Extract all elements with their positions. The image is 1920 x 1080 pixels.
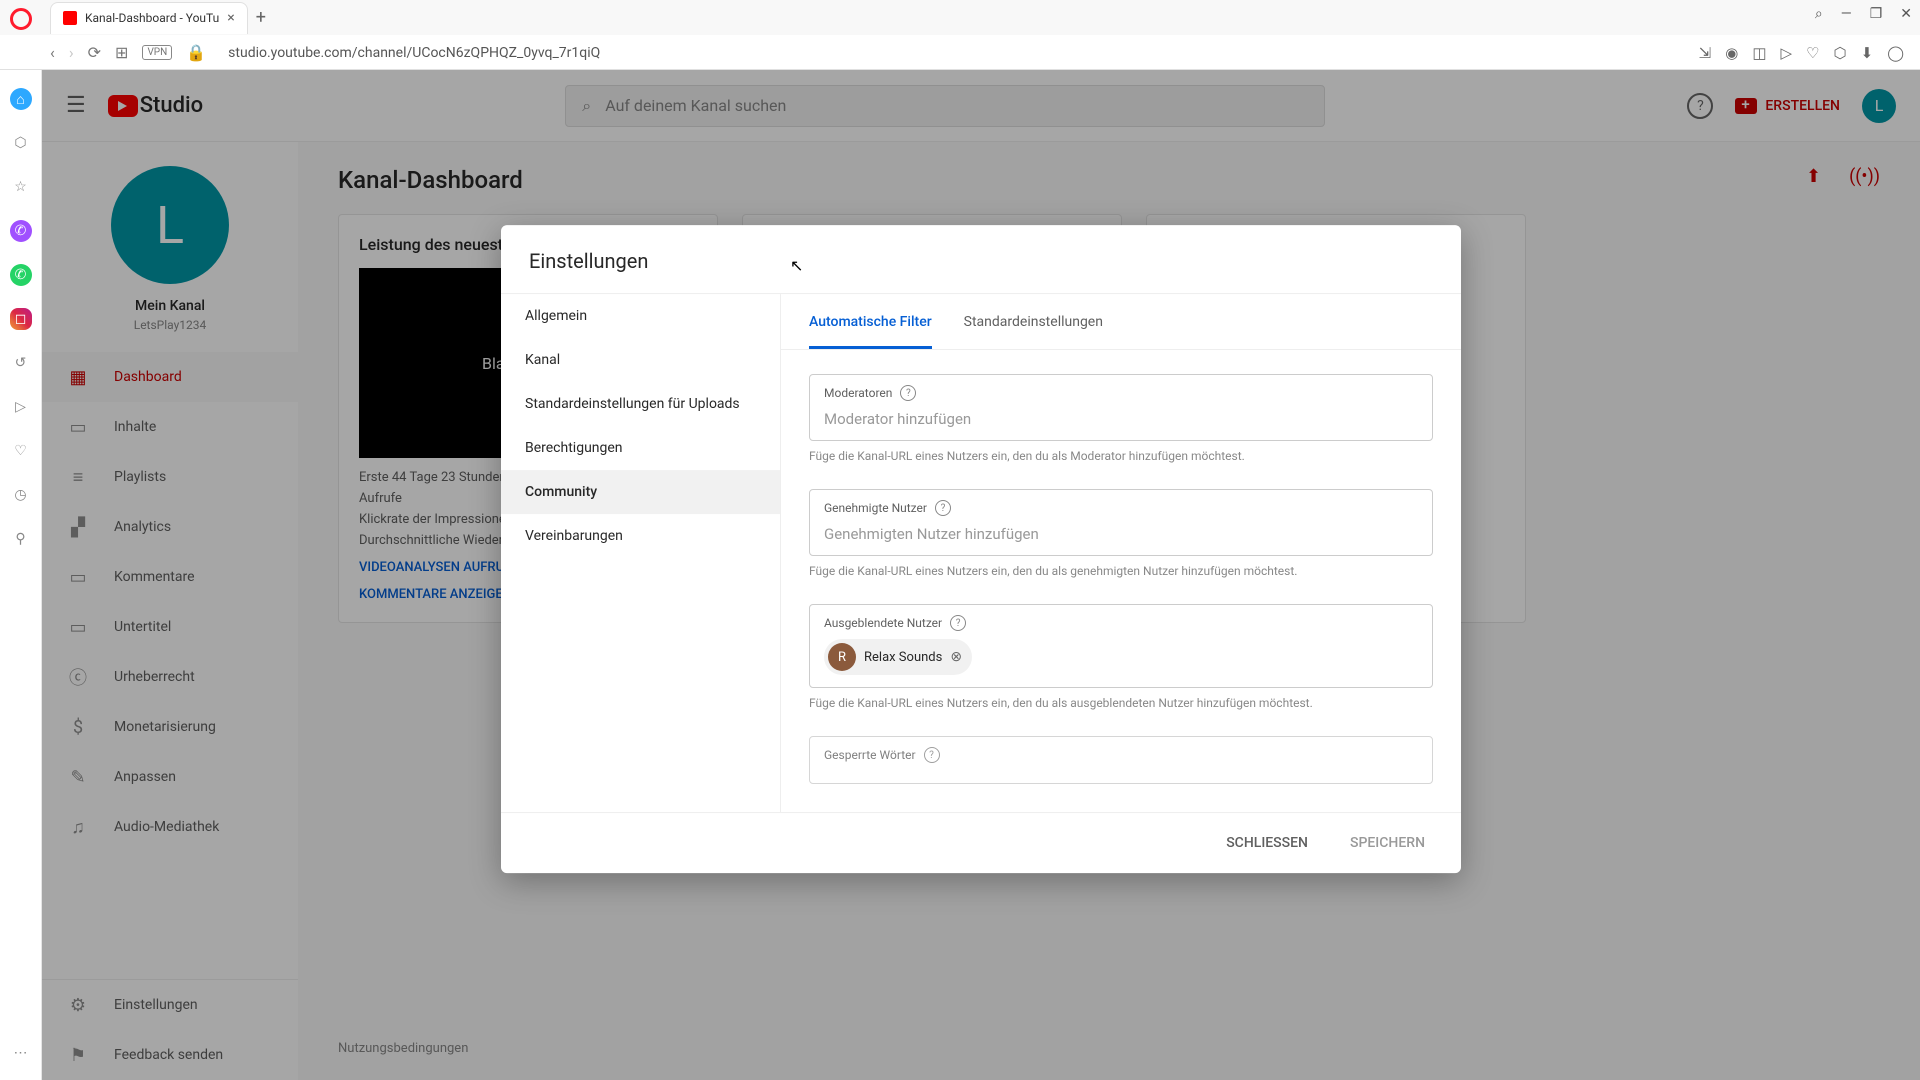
modal-title: Einstellungen xyxy=(501,225,1461,293)
modal-nav-vereinbarungen[interactable]: Vereinbarungen xyxy=(501,514,780,558)
moderator-input[interactable] xyxy=(824,410,1418,428)
search-glass-icon[interactable]: ⌕ xyxy=(1815,6,1823,22)
lock-icon[interactable]: 🔒 xyxy=(186,43,206,62)
play-icon[interactable]: ▷ xyxy=(1781,44,1793,62)
gesperrte-field: Gesperrte Wörter ? xyxy=(809,736,1433,784)
modal-footer: SCHLIESSEN SPEICHERN xyxy=(501,812,1461,873)
help-icon[interactable]: ? xyxy=(935,500,951,516)
vpn-badge[interactable]: VPN xyxy=(142,45,172,60)
modal-content: Automatische Filter Standardeinstellunge… xyxy=(781,294,1461,812)
download-icon[interactable]: ⬇ xyxy=(1861,44,1874,62)
pin-icon[interactable]: ⚲ xyxy=(10,528,32,550)
field-hint: Füge die Kanal-URL eines Nutzers ein, de… xyxy=(809,696,1433,710)
modal-nav-kanal[interactable]: Kanal xyxy=(501,338,780,382)
approved-user-input[interactable] xyxy=(824,525,1418,543)
back-icon[interactable]: ‹ xyxy=(50,43,55,62)
new-tab-button[interactable]: + xyxy=(256,7,266,28)
camera-icon[interactable]: ◉ xyxy=(1725,44,1738,62)
modal-nav: Allgemein Kanal Standardeinstellungen fü… xyxy=(501,294,781,812)
moderatoren-field: Moderatoren ? Füge die Kanal-URL eines N… xyxy=(809,374,1433,463)
address-bar: ‹ › ⟳ ⊞ VPN 🔒 studio.youtube.com/channel… xyxy=(0,35,1920,70)
forward-icon[interactable]: › xyxy=(69,43,74,62)
help-icon[interactable]: ? xyxy=(924,747,940,763)
field-hint: Füge die Kanal-URL eines Nutzers ein, de… xyxy=(809,564,1433,578)
speed-dial-icon[interactable]: ⬡ xyxy=(10,132,32,154)
tab-title: Kanal-Dashboard - YouTu xyxy=(85,11,219,25)
field-label: Moderatoren xyxy=(824,386,892,400)
modal-tabs: Automatische Filter Standardeinstellunge… xyxy=(781,294,1461,350)
tab-bar: Kanal-Dashboard - YouTu × + ⌕ ― ❐ ✕ xyxy=(0,0,1920,35)
settings-modal: Einstellungen Allgemein Kanal Standardei… xyxy=(501,225,1461,873)
modal-nav-allgemein[interactable]: Allgemein xyxy=(501,294,780,338)
play-sidebar-icon[interactable]: ▷ xyxy=(10,396,32,418)
shield-icon[interactable]: ◫ xyxy=(1752,44,1766,62)
save-button[interactable]: SPEICHERN xyxy=(1338,827,1437,859)
field-label: Ausgeblendete Nutzer xyxy=(824,616,942,630)
tab-standard[interactable]: Standardeinstellungen xyxy=(964,294,1103,349)
clock-icon[interactable]: ◷ xyxy=(10,484,32,506)
youtube-studio-app: ☰ Studio ⌕ Auf deinem Kanal suchen ? ERS… xyxy=(42,70,1920,1080)
apps-icon[interactable]: ⊞ xyxy=(115,43,128,62)
field-label: Gesperrte Wörter xyxy=(824,748,916,762)
minimize-icon[interactable]: ― xyxy=(1841,6,1852,22)
tab-close-icon[interactable]: × xyxy=(227,10,234,26)
opera-sidebar: ⌂ ⬡ ☆ ✆ ✆ ◻ ↺ ▷ ♡ ◷ ⚲ ⋯ xyxy=(0,70,42,1080)
profile-icon[interactable]: ◯ xyxy=(1887,44,1904,62)
instagram-icon[interactable]: ◻ xyxy=(10,308,32,330)
more-icon[interactable]: ⋯ xyxy=(10,1042,32,1064)
chip-name: Relax Sounds xyxy=(864,650,942,665)
bookmark-icon[interactable]: ☆ xyxy=(10,176,32,198)
addr-icon-1[interactable]: ⇲ xyxy=(1699,44,1712,62)
maximize-icon[interactable]: ❐ xyxy=(1870,6,1883,22)
modal-nav-berechtigungen[interactable]: Berechtigungen xyxy=(501,426,780,470)
help-icon[interactable]: ? xyxy=(950,615,966,631)
window-controls: ⌕ ― ❐ ✕ xyxy=(1815,6,1912,22)
tab-auto-filter[interactable]: Automatische Filter xyxy=(809,294,932,349)
cube-icon[interactable]: ⬡ xyxy=(1834,44,1847,62)
hidden-user-chip: R Relax Sounds ⊗ xyxy=(824,639,972,675)
modal-nav-upload[interactable]: Standardeinstellungen für Uploads xyxy=(501,382,780,426)
field-hint: Füge die Kanal-URL eines Nutzers ein, de… xyxy=(809,449,1433,463)
reload-icon[interactable]: ⟳ xyxy=(88,43,101,62)
messenger-icon[interactable]: ✆ xyxy=(10,220,32,242)
chip-avatar: R xyxy=(828,643,856,671)
youtube-favicon-icon xyxy=(63,11,77,25)
field-label: Genehmigte Nutzer xyxy=(824,501,927,515)
chip-remove-icon[interactable]: ⊗ xyxy=(950,649,962,665)
close-window-icon[interactable]: ✕ xyxy=(1900,6,1912,22)
url-text[interactable]: studio.youtube.com/channel/UCocN6zQPHQZ_… xyxy=(220,45,1684,61)
modal-nav-community[interactable]: Community xyxy=(501,470,780,514)
browser-tab[interactable]: Kanal-Dashboard - YouTu × xyxy=(50,2,248,34)
close-button[interactable]: SCHLIESSEN xyxy=(1214,827,1320,859)
heart-sidebar-icon[interactable]: ♡ xyxy=(10,440,32,462)
browser-chrome: Kanal-Dashboard - YouTu × + ⌕ ― ❐ ✕ ‹ › … xyxy=(0,0,1920,70)
help-icon[interactable]: ? xyxy=(900,385,916,401)
opera-logo-icon xyxy=(10,8,32,30)
genehmigte-field: Genehmigte Nutzer ? Füge die Kanal-URL e… xyxy=(809,489,1433,578)
history-icon[interactable]: ↺ xyxy=(10,352,32,374)
workspace-icon[interactable]: ⌂ xyxy=(10,88,32,110)
heart-icon[interactable]: ♡ xyxy=(1806,44,1819,62)
ausgeblendete-field: Ausgeblendete Nutzer ? R Relax Sounds ⊗ … xyxy=(809,604,1433,710)
whatsapp-icon[interactable]: ✆ xyxy=(10,264,32,286)
